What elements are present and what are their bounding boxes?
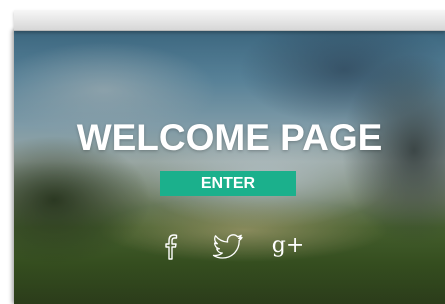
google-plus-link[interactable]: g+ (270, 230, 306, 262)
page-title: WELCOME PAGE (76, 117, 383, 158)
twitter-icon (211, 232, 245, 260)
page: WELCOME PAGE ENTER g+ (0, 0, 445, 304)
facebook-icon (161, 231, 183, 261)
browser-top-bar (14, 10, 445, 31)
welcome-window: WELCOME PAGE ENTER g+ (14, 30, 445, 304)
facebook-link[interactable] (154, 230, 190, 262)
enter-button[interactable]: ENTER (160, 171, 296, 196)
twitter-link[interactable] (210, 230, 246, 262)
background-overlay (14, 30, 445, 304)
google-plus-icon: g+ (271, 233, 305, 258)
